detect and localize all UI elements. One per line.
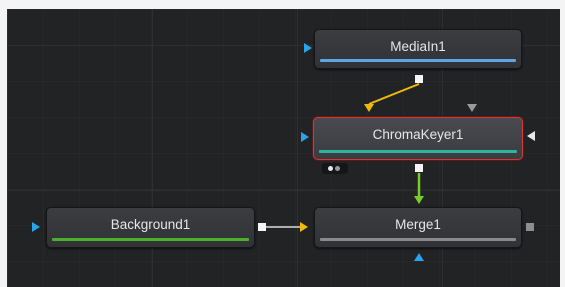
merge-foreground-input-icon[interactable] — [414, 196, 424, 204]
node-background[interactable]: Background1 — [46, 207, 255, 248]
chromakeyer-mask-input-icon[interactable] — [467, 104, 477, 112]
node-mediain-label: MediaIn1 — [390, 39, 446, 54]
merge-background-input-icon[interactable] — [300, 222, 308, 232]
view-indicator-dot-left — [328, 166, 333, 171]
chromakeyer-input-arrow-icon[interactable] — [364, 104, 374, 112]
mediain-input-arrow-icon[interactable] — [304, 43, 312, 53]
node-chromakeyer[interactable]: ChromaKeyer1 — [313, 117, 523, 160]
node-mediain-color-bar — [320, 59, 516, 62]
chromakeyer-output-port[interactable] — [415, 164, 423, 172]
background-input-arrow-icon[interactable] — [32, 222, 40, 232]
node-background-color-bar — [52, 238, 249, 241]
node-chromakeyer-label: ChromaKeyer1 — [372, 127, 464, 142]
background-output-port[interactable] — [258, 223, 266, 231]
node-mediain[interactable]: MediaIn1 — [314, 29, 522, 69]
chromakeyer-effect-mask-icon[interactable] — [301, 132, 309, 142]
node-merge-color-bar — [320, 238, 516, 241]
merge-mask-input-icon[interactable] — [414, 253, 424, 261]
mediain-output-port[interactable] — [415, 75, 423, 83]
chromakeyer-view-arrow-icon[interactable] — [527, 131, 535, 141]
node-merge-label: Merge1 — [395, 217, 441, 232]
merge-output-port[interactable] — [526, 223, 534, 231]
node-chromakeyer-color-bar — [319, 150, 517, 153]
view-indicator-dot-right — [335, 166, 340, 171]
node-merge[interactable]: Merge1 — [314, 207, 522, 248]
view-indicator-badge[interactable] — [322, 163, 348, 174]
node-background-label: Background1 — [110, 217, 191, 232]
